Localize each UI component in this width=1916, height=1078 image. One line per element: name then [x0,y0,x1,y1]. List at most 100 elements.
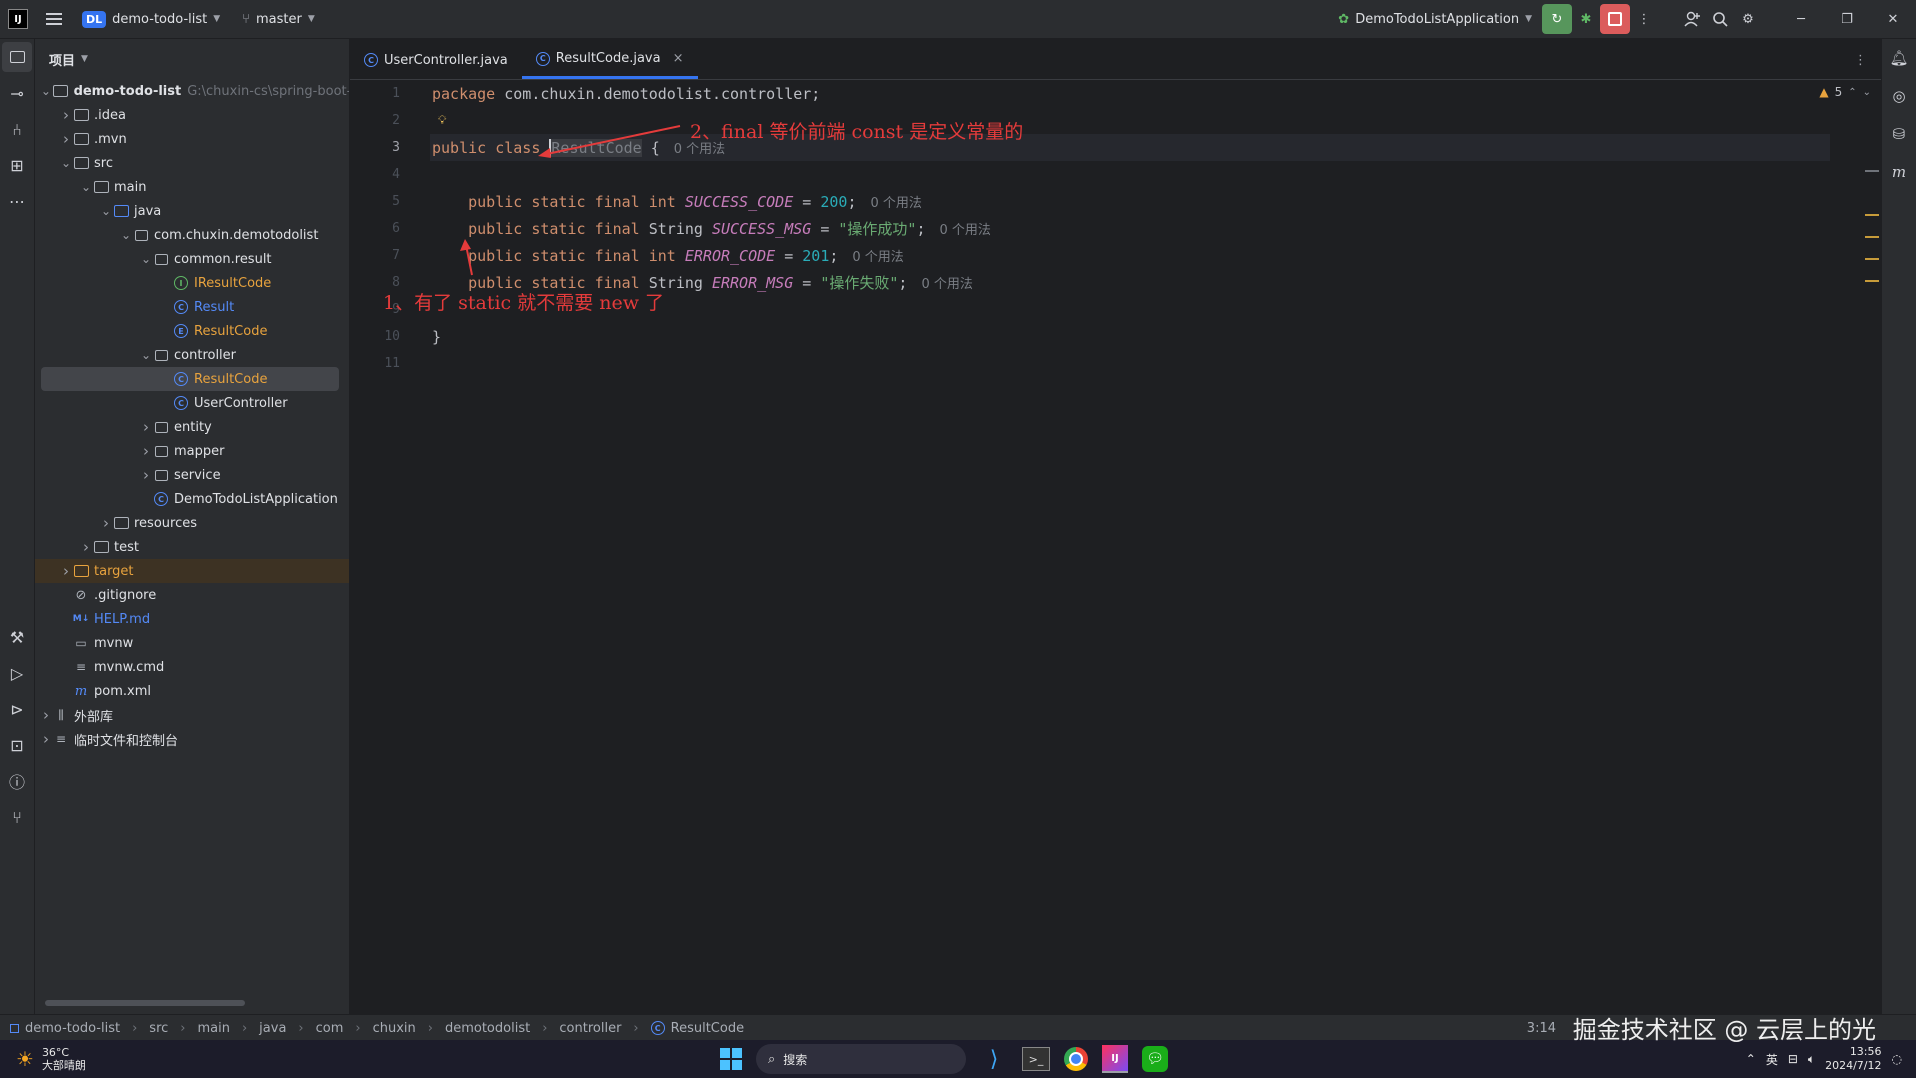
tree-item[interactable]: C ResultCode [41,367,339,391]
minimize-button[interactable]: ─ [1778,5,1824,33]
tree-item[interactable]: ≡ mvnw.cmd [35,655,349,679]
tree-item[interactable]: › entity [35,415,349,439]
caret-position[interactable]: 3:14 [1527,1021,1556,1036]
terminal-app-icon[interactable]: >_ [1022,1047,1050,1071]
code-line[interactable]: 1 package com.chuxin.demotodolist.control… [392,80,1830,107]
tree-item[interactable]: ⌄ demo-todo-list G:\chuxin-cs\spring-boot- [35,79,349,103]
breadcrumb-item[interactable]: demotodolist [445,1021,530,1036]
main-menu-icon[interactable] [40,5,68,33]
clock-time[interactable]: 13:56 [1825,1045,1882,1059]
close-tab-icon[interactable]: × [673,51,684,66]
build-icon[interactable]: ⚒ [0,619,34,655]
chevron-right-icon[interactable]: › [59,130,73,148]
tree-item[interactable]: ⌄ com.chuxin.demotodolist [35,223,349,247]
breadcrumb-item[interactable]: com [316,1021,344,1036]
lightbulb-icon[interactable]: 💡︎ [438,113,446,128]
chrome-icon[interactable] [1064,1047,1088,1071]
structure-icon[interactable]: ⊞ [0,147,34,183]
line-number[interactable]: 10 [350,329,400,344]
add-user-icon[interactable] [1678,5,1706,33]
inspection-widget[interactable]: ▲ 5 ⌃ ⌄ [1819,85,1871,99]
maven-icon[interactable]: m [1882,153,1916,191]
restore-button[interactable]: ❐ [1824,5,1870,33]
services-icon[interactable]: ⊳ [0,691,34,727]
more-actions-icon[interactable]: ⋮ [1630,5,1658,33]
tree-item[interactable]: › mapper [35,439,349,463]
network-icon[interactable]: ⊟ [1788,1052,1798,1066]
usages-hint[interactable]: 0 个用法 [870,192,921,211]
ai-assistant-icon[interactable]: ◎ [1882,77,1916,115]
chevron-right-icon[interactable]: › [59,562,73,580]
more-tools-icon[interactable]: ⋯ [0,183,34,219]
terminal-icon[interactable]: ⊡ [0,727,34,763]
code-line[interactable]: 3 public class ResultCode {0 个用法 [392,134,1830,161]
database-icon[interactable]: ⛁ [1882,115,1916,153]
tree-item[interactable]: › .mvn [35,127,349,151]
chevron-right-icon[interactable]: › [139,466,153,484]
breadcrumb-item[interactable]: chuxin [373,1021,416,1036]
tree-item[interactable]: › test [35,535,349,559]
notification-bell-icon[interactable]: ◌ [1892,1052,1902,1066]
chevron-down-icon[interactable]: ⌄ [139,252,153,266]
weather-widget[interactable]: ☀ 36°C 大部晴朗 [16,1046,86,1072]
chevron-down-icon[interactable]: ⌄ [79,180,93,194]
tree-item[interactable]: › .idea [35,103,349,127]
line-number[interactable]: 6 [350,221,400,236]
code-line[interactable]: 7 public static final int ERROR_CODE = 2… [392,242,1830,269]
windows-start-icon[interactable] [720,1048,742,1070]
line-number[interactable]: 5 [350,194,400,209]
project-tool-icon[interactable] [2,42,32,72]
tree-item[interactable]: I IResultCode [35,271,349,295]
intellij-taskbar-icon[interactable]: IJ [1102,1045,1128,1073]
clock-date[interactable]: 2024/7/12 [1825,1059,1881,1073]
chevron-up-icon[interactable]: ⌃ [1848,87,1856,98]
chevron-right-icon[interactable]: › [59,106,73,124]
code-line[interactable]: 4 [392,161,1830,188]
tree-item[interactable]: C Result [35,295,349,319]
code-line[interactable]: 5 public static final int SUCCESS_CODE =… [392,188,1830,215]
settings-gear-icon[interactable]: ⚙ [1734,5,1762,33]
pull-requests-icon[interactable]: ⑃ [0,111,34,147]
taskbar-search[interactable]: ⌕ 搜索 [756,1044,966,1074]
chevron-right-icon[interactable]: › [139,442,153,460]
problems-icon[interactable]: ⓘ [0,763,34,799]
run-config-selector[interactable]: ✿ DemoTodoListApplication ▼ [1338,12,1532,27]
vscode-icon[interactable]: ⟩ [980,1045,1008,1073]
chevron-right-icon[interactable]: › [139,418,153,436]
tree-item[interactable]: ⊘ .gitignore [35,583,349,607]
close-window-button[interactable]: ✕ [1870,5,1916,33]
run-tool-icon[interactable]: ▷ [0,655,34,691]
breadcrumb-item[interactable]: ResultCode [671,1021,744,1036]
tree-item[interactable]: › service [35,463,349,487]
tab-options-icon[interactable]: ⋮ [1840,41,1881,79]
project-panel-header[interactable]: 项目 ▼ [35,39,349,79]
breadcrumb-item[interactable]: controller [559,1021,621,1036]
breadcrumb-item[interactable]: main [197,1021,229,1036]
branch-switcher[interactable]: ⑂ master ▼ [242,12,315,27]
tree-item[interactable]: ⌄ common.result [35,247,349,271]
stop-button[interactable] [1600,4,1630,34]
rerun-button[interactable]: ↻ [1542,4,1572,34]
chevron-down-icon[interactable]: ⌄ [1863,87,1871,98]
usages-hint[interactable]: 0 个用法 [921,273,972,292]
code-view[interactable]: 1 package com.chuxin.demotodolist.control… [384,80,1830,1014]
chevron-down-icon[interactable]: ⌄ [139,348,153,362]
tree-item[interactable]: › ≡ 临时文件和控制台 [35,727,349,751]
tree-item[interactable]: E ResultCode [35,319,349,343]
wechat-icon[interactable]: 💬︎ [1142,1046,1168,1072]
notifications-icon[interactable]: 🔔︎ [1882,39,1916,77]
chevron-down-icon[interactable]: ⌄ [59,156,73,170]
tree-item[interactable]: ▭ mvnw [35,631,349,655]
line-number[interactable]: 2 [350,113,400,128]
line-number[interactable]: 4 [350,167,400,182]
tab-usercontroller[interactable]: C UserController.java [350,41,522,79]
horizontal-scrollbar[interactable] [45,1000,245,1006]
code-line[interactable]: 6 public static final String SUCCESS_MSG… [392,215,1830,242]
line-number[interactable]: 3 [350,140,400,155]
tree-item[interactable]: C UserController [35,391,349,415]
tree-item[interactable]: ⌄ controller [35,343,349,367]
tree-item[interactable]: ⌄ java [35,199,349,223]
ime-indicator[interactable]: 英 [1766,1051,1778,1068]
git-icon[interactable]: ⑂ [0,799,34,835]
tree-item[interactable]: C DemoTodoListApplication [35,487,349,511]
